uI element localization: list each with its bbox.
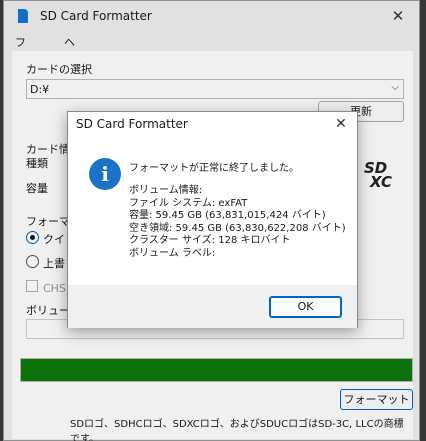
volume-info-line: ファイル システム: exFAT	[129, 197, 248, 209]
card-select-label: カードの選択	[26, 63, 92, 76]
dialog-message: フォーマットが正常に終了しました。	[129, 163, 299, 174]
window-title: SD Card Formatter	[40, 9, 152, 23]
dialog-title: SD Card Formatter	[76, 117, 188, 131]
quick-format-radio[interactable]	[26, 231, 39, 244]
dialog-footer: OK	[68, 285, 357, 328]
chevron-down-icon: ⌵	[391, 82, 399, 93]
volume-info-line: 容量: 59.45 GB (63,831,015,424 バイト)	[129, 210, 326, 222]
volume-info-line: ボリューム ラベル:	[129, 247, 216, 259]
overwrite-format-radio[interactable]	[26, 255, 39, 268]
progress-bar	[20, 358, 413, 382]
trademark-notice: SDロゴ、SDHCロゴ、SDXCロゴ、およびSDUCロゴはSD-3C, LLCの…	[70, 419, 404, 441]
volume-info-line: ボリューム情報:	[129, 185, 203, 196]
card-capacity-label: 容量	[26, 182, 48, 195]
dialog-close-icon[interactable]: ✕	[331, 114, 351, 134]
title-bar: SD Card Formatter ✕	[4, 1, 419, 31]
info-icon: i	[89, 158, 121, 190]
sd-card-icon	[18, 9, 28, 23]
volume-info-line: 空き領域: 59.45 GB (63,830,622,208 バイト)	[129, 222, 346, 234]
format-complete-dialog: SD Card Formatter ✕ i フォーマットが正常に終了しました。 …	[67, 111, 358, 328]
chs-checkbox[interactable]	[26, 280, 38, 292]
progress-fill	[21, 359, 412, 381]
volume-info-line: クラスター サイズ: 128 キロバイト	[129, 235, 291, 247]
card-type-label: 種類	[26, 157, 48, 170]
drive-select[interactable]: D:¥ ⌵	[26, 79, 404, 99]
sdxc-logo: SD XC	[364, 159, 393, 191]
close-icon[interactable]: ✕	[387, 5, 409, 27]
volume-info: ボリューム情報: ファイル システム: exFAT 容量: 59.45 GB (…	[129, 185, 346, 261]
drive-select-value: D:¥	[30, 83, 50, 96]
format-button[interactable]: フォーマット	[340, 389, 413, 410]
ok-button[interactable]: OK	[269, 296, 342, 318]
